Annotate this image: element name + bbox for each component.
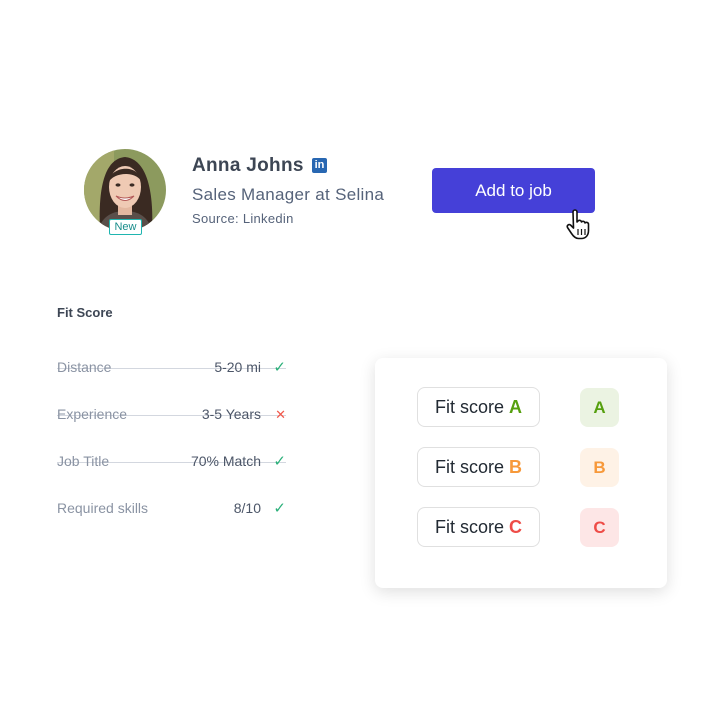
fit-row-distance: Distance 5-20 mi ✓ [57, 321, 286, 376]
fit-row-experience: Experience 3-5 Years ✕ [57, 368, 286, 422]
grade-letter: B [509, 457, 523, 477]
pill-label: Fit score [434, 457, 504, 477]
pill-label: Fit score [434, 397, 504, 417]
grade-b-badge: B [580, 448, 619, 487]
fit-score-legend-card: Fit score A A Fit score B B Fit score C … [375, 358, 667, 588]
grade-letter: C [509, 517, 523, 537]
grade-c-badge: C [580, 508, 619, 547]
fit-row-required-skills: Required skills 8/10 ✓ [57, 462, 286, 517]
candidate-title: Sales Manager at Selina [192, 185, 385, 204]
candidate-name: Anna Johns [192, 155, 304, 176]
fit-score-b-pill: Fit score B [417, 447, 540, 487]
fit-row-job-title: Job Title 70% Match ✓ [57, 415, 286, 470]
grade-letter: A [509, 397, 523, 417]
row-value: 8/10 [233, 500, 261, 516]
add-to-job-button[interactable]: Add to job [432, 168, 595, 213]
check-icon: ✓ [273, 500, 286, 517]
fit-score-title: Fit Score [57, 305, 113, 320]
hand-pointer-icon [564, 209, 594, 246]
grade-a-badge: A [580, 388, 619, 427]
candidate-source: Source: Linkedin [192, 211, 294, 226]
fit-score-a-pill: Fit score A [417, 387, 540, 427]
fit-score-c-pill: Fit score C [417, 507, 540, 547]
linkedin-icon[interactable]: in [312, 158, 327, 173]
new-badge: New [109, 219, 142, 235]
row-label: Required skills [57, 500, 149, 516]
pill-label: Fit score [434, 517, 504, 537]
